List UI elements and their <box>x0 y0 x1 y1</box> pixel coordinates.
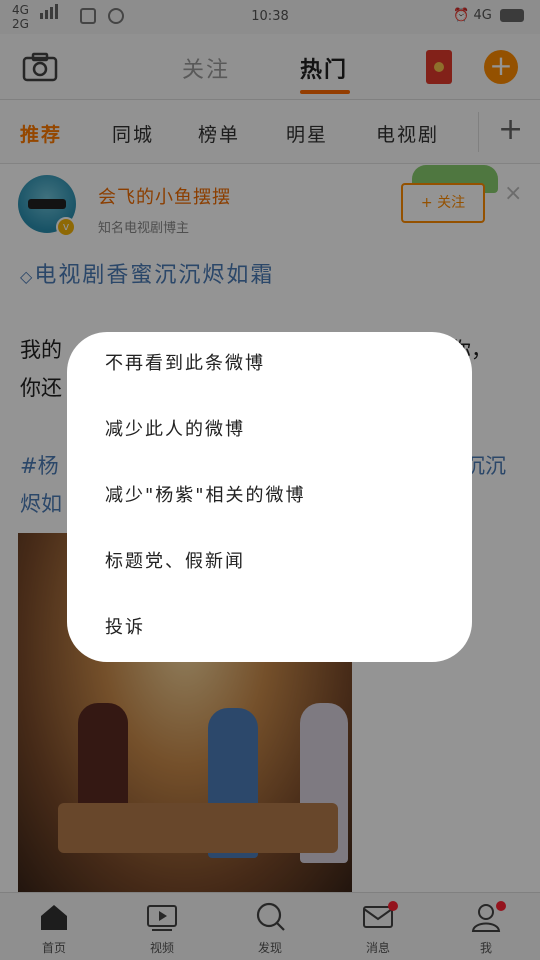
menu-item-less-related[interactable]: 减少"杨紫"相关的微博 <box>105 474 435 518</box>
menu-item-less-from-user[interactable]: 减少此人的微博 <box>105 408 435 452</box>
menu-item-report[interactable]: 投诉 <box>105 606 435 650</box>
menu-item-hide-post[interactable]: 不再看到此条微博 <box>105 342 435 386</box>
post-options-menu: 不再看到此条微博 减少此人的微博 减少"杨紫"相关的微博 标题党、假新闻 投诉 <box>67 332 472 662</box>
menu-item-clickbait[interactable]: 标题党、假新闻 <box>105 540 435 584</box>
